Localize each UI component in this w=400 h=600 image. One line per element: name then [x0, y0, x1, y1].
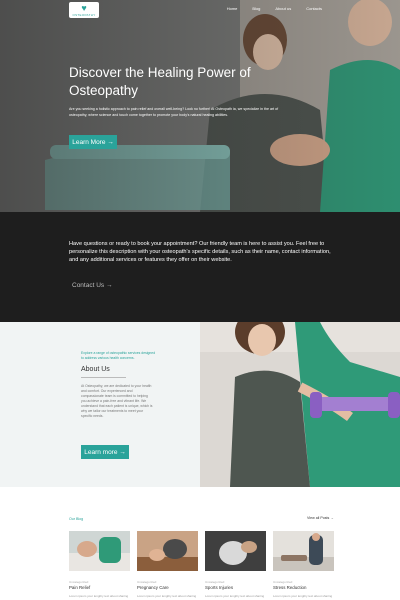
blog-cards: Uncategorized Pain Relief Lorem ipsum yo… — [69, 531, 334, 598]
blog-excerpt: Lorem ipsum your lengthy text about shar… — [205, 594, 265, 598]
site-logo[interactable]: ♥ OSTEOPATHY — [69, 2, 99, 18]
blog-card[interactable]: Uncategorized Pregnancy Care Lorem ipsum… — [137, 531, 198, 598]
blog-category: Uncategorized — [273, 580, 293, 584]
blog-card[interactable]: Uncategorized Pain Relief Lorem ipsum yo… — [69, 531, 130, 598]
blog-title[interactable]: Sports Injuries — [205, 585, 266, 590]
about-description: At Osteopathy, we are dedicated to your … — [81, 384, 153, 418]
blog-thumbnail — [273, 531, 334, 571]
about-section: Explore a range of osteopathic services … — [0, 322, 200, 487]
contact-description: Have questions or ready to book your app… — [69, 241, 331, 263]
nav-blog[interactable]: Blog — [252, 6, 260, 11]
blog-section: Our Blog View all Posts → Uncategorized … — [0, 487, 400, 600]
hero-description: Are you seeking a holistic approach to p… — [69, 107, 279, 117]
blog-category: Uncategorized — [69, 580, 89, 584]
about-photo — [200, 322, 400, 487]
blog-title[interactable]: Stress Reduction — [273, 585, 334, 590]
contact-section: Have questions or ready to book your app… — [0, 212, 400, 322]
blog-title[interactable]: Pain Relief — [69, 585, 130, 590]
blog-thumbnail — [137, 531, 198, 571]
blog-label: Our Blog — [69, 517, 84, 521]
nav-contacts[interactable]: Contacts — [306, 6, 322, 11]
blog-thumbnail — [205, 531, 266, 571]
nav-home[interactable]: Home — [227, 6, 238, 11]
contact-us-link[interactable]: Contact Us → — [72, 282, 112, 289]
blog-category: Uncategorized — [137, 580, 157, 584]
main-nav: Home Blog About us Contacts — [227, 6, 322, 11]
blog-thumbnail — [69, 531, 130, 571]
about-kicker: Explore a range of osteopathic services … — [81, 351, 156, 360]
view-all-posts-link[interactable]: View all Posts → — [307, 516, 334, 520]
hero-title: Discover the Healing Power of Osteopathy — [69, 65, 251, 98]
about-heading: About Us — [81, 366, 110, 373]
about-divider — [81, 377, 126, 378]
blog-card[interactable]: Uncategorized Stress Reduction Lorem ips… — [273, 531, 334, 598]
hero-section: ♥ OSTEOPATHY Home Blog About us Contacts… — [0, 0, 400, 212]
blog-excerpt: Lorem ipsum your lengthy text about shar… — [69, 594, 129, 598]
blog-excerpt: Lorem ipsum your lengthy text about shar… — [137, 594, 197, 598]
blog-card[interactable]: Uncategorized Sports Injuries Lorem ipsu… — [205, 531, 266, 598]
nav-about-us[interactable]: About us — [275, 6, 291, 11]
hero-learn-more-button[interactable]: Learn More → — [69, 135, 117, 149]
heart-icon: ♥ — [81, 2, 87, 13]
blog-excerpt: Lorem ipsum your lengthy text about shar… — [273, 594, 333, 598]
blog-category: Uncategorized — [205, 580, 225, 584]
about-learn-more-button[interactable]: Learn more → — [81, 445, 129, 459]
blog-title[interactable]: Pregnancy Care — [137, 585, 198, 590]
